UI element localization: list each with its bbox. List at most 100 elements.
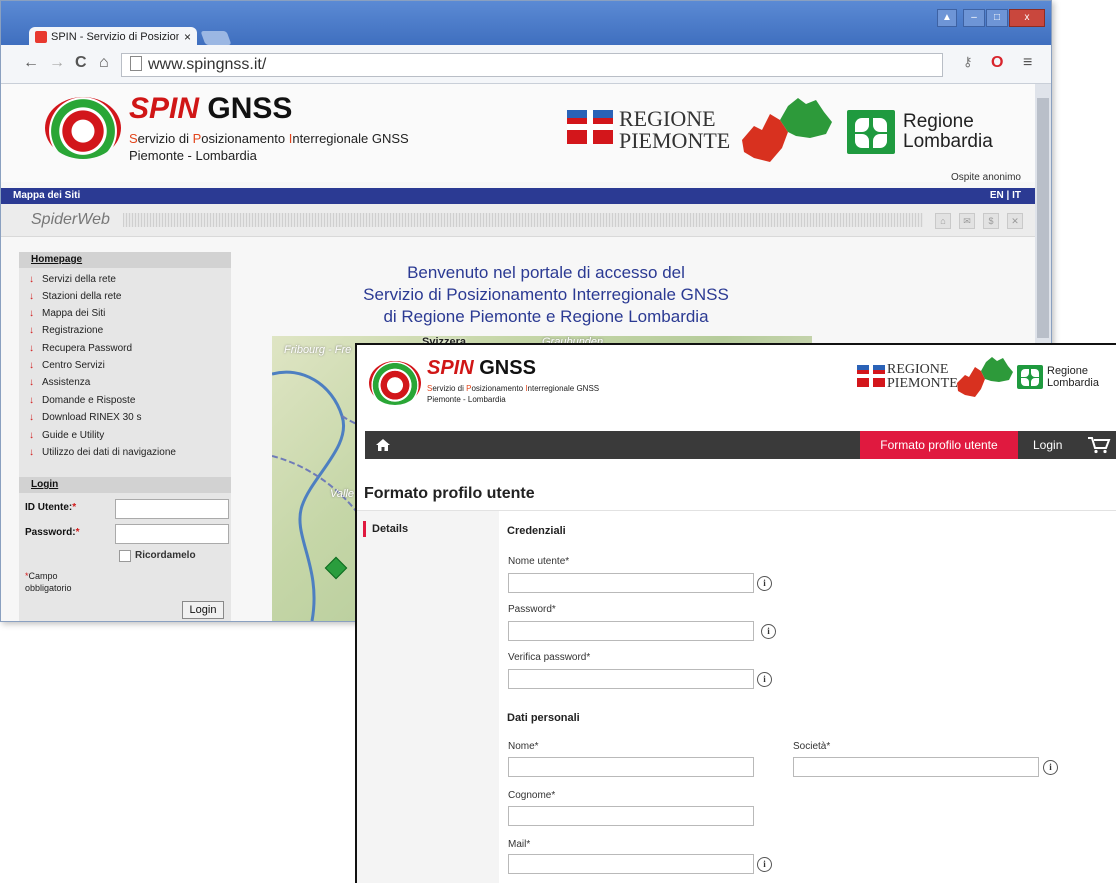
menu-icon[interactable]: ≡	[1023, 54, 1032, 72]
sidebar-item-domande[interactable]: ↓ Domande e Risposte	[29, 394, 135, 408]
password-input[interactable]	[115, 524, 229, 544]
info-icon[interactable]: i	[757, 857, 772, 872]
societa-input[interactable]	[793, 757, 1039, 777]
arrow-down-icon: ↓	[29, 308, 34, 319]
sidebar-item-utilizzo[interactable]: ↓ Utilizzo dei dati di navigazione	[29, 446, 176, 460]
spider-home-icon[interactable]: ⌂	[935, 213, 951, 229]
tab-title: SPIN - Servizio di Posizioname	[51, 31, 179, 43]
info-icon[interactable]: i	[761, 624, 776, 639]
tab-details[interactable]: Details	[363, 521, 408, 537]
password-label: Password:*	[25, 527, 79, 538]
sidebar-item-label: Servizi della rete	[42, 274, 116, 285]
sub-p: P	[192, 131, 202, 146]
sub-1: ervizio di	[137, 131, 193, 146]
sidebar-item-centro[interactable]: ↓ Centro Servizi	[29, 359, 105, 373]
home-icon[interactable]: ⌂	[99, 54, 109, 72]
language-switch[interactable]: EN | IT	[990, 188, 1021, 204]
verifica-password-input[interactable]	[508, 669, 754, 689]
new-tab-button[interactable]	[200, 31, 232, 45]
reload-icon[interactable]: C	[75, 54, 87, 72]
id-utente-input[interactable]	[115, 499, 229, 519]
form-left-nav: Details	[357, 511, 499, 883]
regione-lombardia-line1: Regione	[903, 111, 974, 132]
info-icon[interactable]: i	[757, 672, 772, 687]
mail-input[interactable]	[508, 854, 754, 874]
password-input[interactable]	[508, 621, 754, 641]
login-header: Login	[19, 477, 231, 493]
spider-mail-icon[interactable]: ✉	[959, 213, 975, 229]
sidebar-item-guide[interactable]: ↓ Guide e Utility	[29, 429, 104, 443]
browser-tab[interactable]: SPIN - Servizio di Posizioname ×	[29, 27, 197, 47]
forward-icon[interactable]: →	[49, 54, 65, 72]
close-window-button[interactable]: x	[1009, 9, 1045, 27]
spiderweb-bar: SpiderWeb ⌂ ✉ $ ✕	[1, 204, 1035, 237]
cognome-input[interactable]	[508, 806, 754, 826]
spiderweb-title: SpiderWeb	[31, 211, 110, 228]
login-head-label: Login	[31, 479, 59, 490]
brand-subtitle-line2: Piemonte - Lombardia	[427, 395, 506, 404]
required-mark: *	[75, 527, 80, 538]
cart-icon[interactable]	[1087, 436, 1111, 454]
nome-utente-input[interactable]	[508, 573, 754, 593]
title-bar: SPIN - Servizio di Posizioname × ▲ – □ x	[1, 1, 1051, 47]
regione-piemonte-text: REGIONE PIEMONTE	[887, 363, 958, 391]
browser-toolbar: ← → C ⌂ www.spingnss.it/ ⚷ O ≡	[1, 45, 1051, 84]
nome-utente-label: Nome utente*	[508, 556, 570, 567]
cognome-label: Cognome*	[508, 790, 556, 801]
sidebar-item-label: Mappa dei Siti	[42, 308, 106, 319]
info-icon[interactable]: i	[1043, 760, 1058, 775]
homepage-header[interactable]: Homepage	[19, 252, 231, 268]
guest-status: Ospite anonimo	[950, 172, 1021, 183]
key-icon[interactable]: ⚷	[963, 54, 973, 70]
nav-login-link[interactable]: Login	[1033, 431, 1062, 459]
regions-map-icon	[957, 357, 1013, 397]
profile-form-window: SPIN GNSS Servizio di Posizionamento Int…	[355, 343, 1116, 883]
maximize-button[interactable]: □	[986, 9, 1008, 27]
top-nav-bar: Formato profilo utente Login	[365, 431, 1116, 459]
sidebar-item-assistenza[interactable]: ↓ Assistenza	[29, 376, 90, 390]
nome-input[interactable]	[508, 757, 754, 777]
required-mark: *	[72, 502, 77, 513]
arrow-down-icon: ↓	[29, 325, 34, 336]
arrow-down-icon: ↓	[29, 360, 34, 371]
user-icon[interactable]: ▲	[937, 9, 957, 27]
spider-dollar-icon[interactable]: $	[983, 213, 999, 229]
home-icon[interactable]	[375, 437, 391, 453]
sidebar-item-registrazione[interactable]: ↓ Registrazione	[29, 324, 103, 338]
sidebar-item-label: Stazioni della rete	[42, 291, 122, 302]
left-sidebar: Homepage ↓ Servizi della rete ↓ Stazioni d…	[19, 252, 231, 621]
brand-gnss: GNSS	[479, 357, 536, 379]
info-icon[interactable]: i	[757, 576, 772, 591]
ricordamelo-checkbox[interactable]	[119, 550, 131, 562]
mappa-siti-link[interactable]: Mappa dei Siti	[13, 188, 80, 204]
card-brand-subtitle: Servizio di Posizionamento Interregional…	[427, 383, 599, 405]
sidebar-item-download[interactable]: ↓ Download RINEX 30 s	[29, 411, 142, 425]
login-button[interactable]: Login	[182, 601, 224, 619]
opera-icon[interactable]: O	[991, 54, 1003, 72]
section-credenziali: Credenziali	[507, 525, 566, 537]
tab-close-icon[interactable]: ×	[184, 27, 191, 47]
spider-close-icon[interactable]: ✕	[1007, 213, 1023, 229]
sub-3: nterregionale GNSS	[527, 384, 600, 393]
sub-1: ervizio di	[432, 384, 467, 393]
sidebar-item-label: Centro Servizi	[42, 360, 105, 371]
sidebar-item-servizi[interactable]: ↓ Servizi della rete	[29, 273, 116, 287]
verifica-password-label: Verifica password*	[508, 652, 591, 663]
scrollbar-thumb[interactable]	[1037, 98, 1049, 338]
campo-line2: obbligatorio	[25, 583, 72, 593]
sidebar-item-label: Registrazione	[42, 325, 104, 336]
back-icon[interactable]: ←	[23, 54, 39, 72]
nome-label: Nome*	[508, 741, 539, 752]
nav-formato-profilo[interactable]: Formato profilo utente	[860, 431, 1018, 459]
minimize-button[interactable]: –	[963, 9, 985, 27]
address-bar[interactable]: www.spingnss.it/	[121, 53, 943, 77]
welcome-line3: di Regione Piemonte e Regione Lombardia	[383, 307, 709, 326]
sub-s: S	[129, 131, 138, 146]
piemonte-flag-icon	[857, 365, 885, 387]
sidebar-item-recupera[interactable]: ↓ Recupera Password	[29, 342, 132, 356]
required-note: *Campo obbligatorio	[25, 570, 72, 594]
sidebar-item-label: Guide e Utility	[42, 430, 105, 441]
sidebar-item-mappa[interactable]: ↓ Mappa dei Siti	[29, 307, 105, 321]
sidebar-item-stazioni[interactable]: ↓ Stazioni della rete	[29, 290, 122, 304]
brand-title: SPIN GNSS	[129, 92, 292, 126]
